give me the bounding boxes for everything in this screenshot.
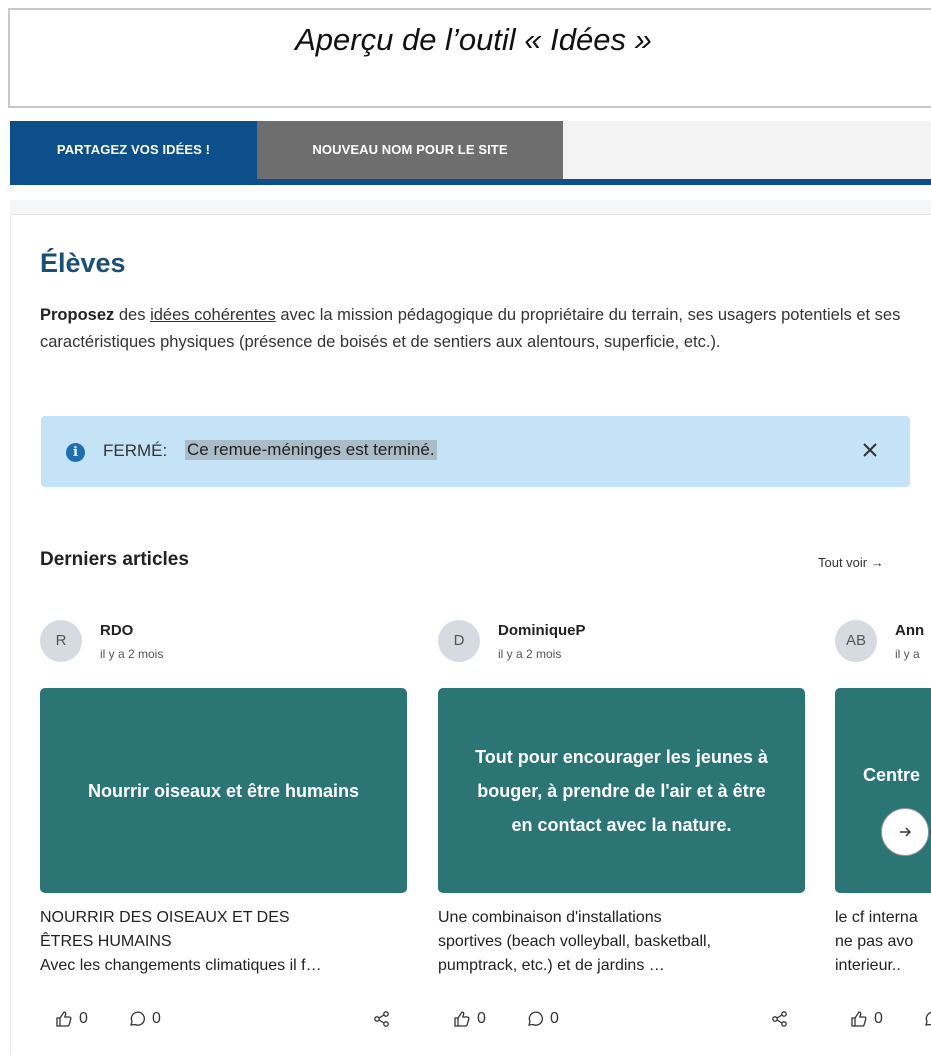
close-icon[interactable] xyxy=(862,437,878,465)
tile-title: Centre xyxy=(863,765,921,785)
like-button[interactable]: 0 xyxy=(55,1010,88,1028)
post-time: il y a xyxy=(895,647,920,661)
post-footer: 0 0 xyxy=(438,1010,800,1034)
comment-button[interactable]: 0 xyxy=(128,1010,161,1028)
arrow-right-icon xyxy=(900,827,911,837)
avatar: R xyxy=(40,620,82,662)
intro-link[interactable]: idées cohérentes xyxy=(150,306,276,324)
comment-icon xyxy=(130,1011,145,1026)
article-card[interactable]: AB Ann il y a Centre le cf interna ne pa… xyxy=(835,620,931,1055)
next-arrow-button[interactable] xyxy=(881,808,929,856)
alert-message: Ce remue-méninges est terminé. xyxy=(185,440,437,460)
excerpt-line: ne pas avo xyxy=(835,933,914,950)
screenshot-canvas: Aperçu de l’outil « Idées » PARTAGEZ VOS… xyxy=(0,0,931,1055)
comment-button[interactable]: 0 xyxy=(526,1010,559,1028)
article-card[interactable]: D DominiqueP il y a 2 mois Tout pour enc… xyxy=(438,620,806,1055)
author-name[interactable]: Ann xyxy=(895,622,924,639)
author-name[interactable]: RDO xyxy=(100,622,133,639)
post-time: il y a 2 mois xyxy=(100,647,164,661)
intro-text-1: des xyxy=(114,306,151,324)
share-button[interactable] xyxy=(373,1010,391,1028)
thumbs-up-icon xyxy=(454,1011,470,1027)
post-footer: 0 xyxy=(835,1010,931,1034)
closed-alert: i FERMÉ: Ce remue-méninges est terminé. xyxy=(41,416,910,487)
thumbs-up-icon xyxy=(851,1011,867,1027)
avatar: D xyxy=(438,620,480,662)
page-title: Élèves xyxy=(40,248,126,278)
comment-count: 0 xyxy=(550,1010,559,1027)
article-card[interactable]: R RDO il y a 2 mois Nourrir oiseaux et ê… xyxy=(40,620,408,1055)
share-icon xyxy=(374,1011,389,1027)
post-footer: 0 0 xyxy=(40,1010,402,1034)
post-excerpt: le cf interna ne pas avo interieur.. xyxy=(835,906,931,978)
excerpt-line: le cf interna xyxy=(835,909,918,926)
comment-count: 0 xyxy=(152,1010,161,1027)
idea-tile[interactable]: Nourrir oiseaux et être humains xyxy=(40,688,407,893)
excerpt-line: Avec les changements climatiques il f… xyxy=(40,957,322,974)
intro-paragraph: Proposez des idées cohérentes avec la mi… xyxy=(40,302,910,356)
info-icon: i xyxy=(66,443,85,462)
alert-status: FERMÉ: xyxy=(103,441,168,460)
post-excerpt: Une combinaison d'installations sportive… xyxy=(438,906,800,978)
tab-share-ideas[interactable]: PARTAGEZ VOS IDÉES ! xyxy=(10,121,257,179)
excerpt-line: sportives (beach volleyball, basketball, xyxy=(438,933,712,950)
idea-tile[interactable]: Centre xyxy=(835,688,931,893)
like-button[interactable]: 0 xyxy=(850,1010,883,1028)
caption-title: Aperçu de l’outil « Idées » xyxy=(295,22,652,57)
excerpt-line: interieur.. xyxy=(835,957,901,974)
post-time: il y a 2 mois xyxy=(498,647,562,661)
comment-button[interactable] xyxy=(923,1010,931,1028)
author-name[interactable]: DominiqueP xyxy=(498,622,586,639)
share-button[interactable] xyxy=(771,1010,789,1028)
tab-new-site-name[interactable]: NOUVEAU NOM POUR LE SITE xyxy=(257,121,563,179)
tile-title: Nourrir oiseaux et être humains xyxy=(87,780,360,801)
post-excerpt: NOURRIR DES OISEAUX ET DES ÊTRES HUMAINS… xyxy=(40,906,402,978)
like-button[interactable]: 0 xyxy=(453,1010,486,1028)
avatar: AB xyxy=(835,620,877,662)
excerpt-line: pumptrack, etc.) et de jardins … xyxy=(438,957,665,974)
tab-bar: PARTAGEZ VOS IDÉES ! NOUVEAU NOM POUR LE… xyxy=(10,121,931,185)
thumbs-up-icon xyxy=(56,1011,72,1027)
tile-title: Tout pour encourager les jeunes à bouger… xyxy=(475,746,768,835)
intro-bold: Proposez xyxy=(40,306,115,324)
comment-icon xyxy=(528,1011,543,1026)
articles-title: Derniers articles xyxy=(40,549,189,570)
see-all-link[interactable]: Tout voir → xyxy=(818,555,884,570)
excerpt-line: Une combinaison d'installations xyxy=(438,909,662,926)
excerpt-line: ÊTRES HUMAINS xyxy=(40,933,172,950)
like-count: 0 xyxy=(79,1010,88,1027)
comment-icon xyxy=(925,1011,931,1026)
like-count: 0 xyxy=(477,1010,486,1027)
idea-tile[interactable]: Tout pour encourager les jeunes à bouger… xyxy=(438,688,805,893)
like-count: 0 xyxy=(874,1010,883,1027)
excerpt-line: NOURRIR DES OISEAUX ET DES xyxy=(40,909,290,926)
share-icon xyxy=(772,1011,787,1027)
